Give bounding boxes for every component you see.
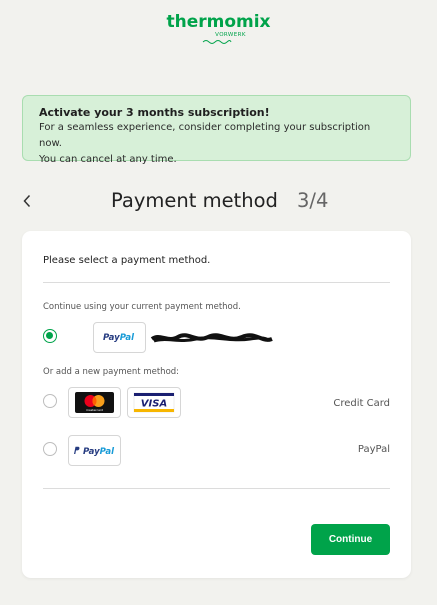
subscription-banner: Activate your 3 months subscription! For… [22,95,411,165]
brand-sub: VORWERK [215,32,246,38]
continue-button[interactable]: Continue [311,524,390,555]
svg-text:VISA: VISA [141,399,167,410]
back-button[interactable] [18,190,36,212]
radio-current-method[interactable] [43,329,57,343]
paypal-logo-current: PayPal [93,322,146,353]
brand-name: thermomix [166,12,271,32]
banner-line-2: You can cancel at any time. [39,154,177,165]
svg-text:mastercard: mastercard [86,408,103,412]
paypal-icon [74,446,80,454]
redacted-account [150,333,273,343]
current-method-label: Continue using your current payment meth… [43,302,241,312]
brand-swirl-icon [202,40,232,44]
banner-title: Activate your 3 months subscription! [39,106,270,119]
visa-logo: VISA [127,387,181,418]
card-prompt: Please select a payment method. [43,255,211,266]
radio-paypal[interactable] [43,442,57,456]
payment-card: Please select a payment method. Continue… [22,231,411,578]
brand-logo: thermomix VORWERK [0,12,437,45]
divider [43,488,390,489]
option-label-credit-card: Credit Card [333,398,390,409]
divider [43,282,390,283]
mastercard-icon: mastercard [75,392,114,413]
visa-icon: VISA [133,392,175,413]
mastercard-logo: mastercard [68,387,121,418]
step-indicator: 3/4 [297,189,329,212]
chevron-left-icon [23,194,31,208]
page-header: Payment method 3/4 [0,188,437,216]
option-label-paypal: PayPal [357,444,390,455]
radio-credit-card[interactable] [43,394,57,408]
banner-line-1: For a seamless experience, consider comp… [39,122,371,149]
new-method-label: Or add a new payment method: [43,367,180,377]
page-title: Payment method [111,189,278,212]
paypal-logo-new: PayPal [68,435,121,466]
